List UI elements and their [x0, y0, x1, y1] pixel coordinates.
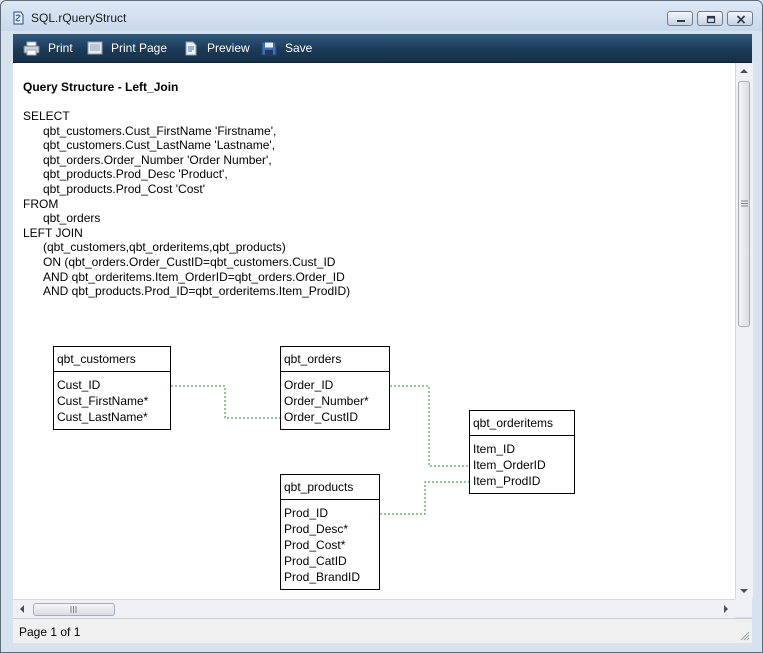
table-name: qbt_orders — [281, 347, 389, 372]
preview-button[interactable]: Preview — [183, 34, 250, 62]
title-bar[interactable]: SQL.rQueryStruct — [1, 1, 762, 33]
save-button[interactable]: Save — [261, 34, 312, 62]
print-label: Print — [48, 41, 73, 55]
print-page-button[interactable]: Print Page — [87, 34, 167, 62]
table-box-orderitems[interactable]: qbt_orderitems Item_ID Item_OrderID Item… — [469, 410, 575, 494]
print-page-label: Print Page — [111, 41, 168, 55]
table-field: Prod_Cost* — [284, 538, 346, 552]
restore-icon — [706, 15, 716, 24]
link-products-orderitems — [380, 481, 470, 515]
scroll-right-arrow-icon[interactable] — [723, 605, 729, 613]
table-name: qbt_customers — [54, 347, 170, 372]
printer-icon — [23, 41, 40, 55]
vertical-scrollbar[interactable] — [735, 63, 753, 599]
report-canvas: Query Structure - Left_Join SELECT qbt_c… — [13, 63, 735, 599]
horizontal-scrollbar[interactable] — [13, 599, 735, 618]
print-button[interactable]: Print — [23, 34, 73, 62]
window-title: SQL.rQueryStruct — [31, 11, 127, 25]
table-field: Cust_FirstName* — [57, 394, 149, 408]
minimize-icon — [677, 20, 685, 22]
table-field: Cust_ID — [57, 378, 101, 392]
table-box-customers[interactable]: qbt_customers Cust_ID Cust_FirstName* Cu… — [53, 346, 171, 430]
page-indicator: Page 1 of 1 — [19, 625, 81, 639]
app-icon — [13, 11, 24, 25]
link-customers-orders — [171, 385, 281, 419]
scrollbar-corner — [735, 599, 752, 617]
grip-icon — [70, 606, 77, 613]
table-box-orders[interactable]: qbt_orders Order_ID Order_Number* Order_… — [280, 346, 390, 430]
report-viewer-window: SQL.rQueryStruct Print Print Page Previe… — [0, 0, 763, 653]
horizontal-scroll-thumb[interactable] — [33, 603, 115, 616]
table-box-products[interactable]: qbt_products Prod_ID Prod_Desc* Prod_Cos… — [280, 474, 380, 590]
vertical-scroll-thumb[interactable] — [738, 81, 750, 327]
scroll-up-arrow-icon[interactable] — [740, 68, 748, 74]
link-orders-orderitems — [390, 385, 470, 467]
close-button[interactable] — [727, 11, 753, 26]
table-field: Item_OrderID — [473, 458, 546, 472]
table-field: Prod_CatID — [284, 554, 347, 568]
grip-icon — [741, 200, 748, 207]
table-field: Item_ProdID — [473, 474, 541, 488]
table-field: Order_CustID — [284, 410, 359, 424]
scroll-down-arrow-icon[interactable] — [740, 588, 748, 594]
table-name: qbt_products — [281, 475, 379, 500]
save-label: Save — [285, 41, 313, 55]
status-bar: Page 1 of 1 — [13, 618, 752, 643]
scroll-left-arrow-icon[interactable] — [19, 605, 25, 613]
table-field: Prod_ID — [284, 506, 329, 520]
preview-icon — [185, 41, 197, 55]
table-field: Item_ID — [473, 442, 516, 456]
print-page-icon — [87, 41, 103, 54]
table-name: qbt_orderitems — [470, 411, 574, 436]
table-field: Prod_BrandID — [284, 570, 361, 584]
resize-grip-icon[interactable] — [740, 631, 750, 641]
preview-label: Preview — [207, 41, 250, 55]
close-icon — [736, 15, 746, 24]
table-field: Cust_LastName* — [57, 410, 148, 424]
restore-button[interactable] — [697, 11, 723, 26]
table-field: Prod_Desc* — [284, 522, 349, 536]
report-toolbar: Print Print Page Preview Save — [13, 34, 752, 63]
floppy-disk-icon — [261, 41, 277, 55]
minimize-button[interactable] — [667, 11, 693, 26]
table-field: Order_Number* — [284, 394, 369, 408]
table-field: Order_ID — [284, 378, 334, 392]
